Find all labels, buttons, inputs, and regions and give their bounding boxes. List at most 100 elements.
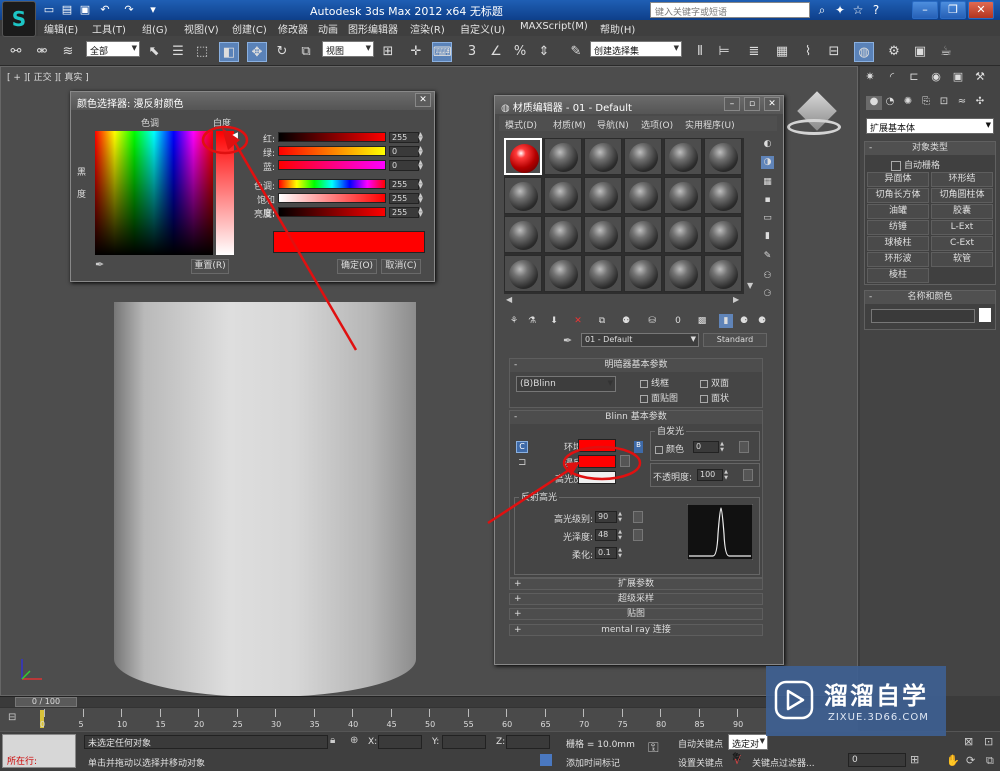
diffuse-color-swatch[interactable] [578, 455, 616, 468]
hedra-button[interactable]: 异面体 [867, 172, 929, 187]
align-icon[interactable]: ⊨ [714, 42, 734, 62]
value-slider[interactable] [278, 207, 386, 217]
object-category-dropdown[interactable]: 扩展基本体 [866, 118, 994, 134]
select-and-scale-icon[interactable]: ⧉ [296, 42, 316, 62]
capsule-button[interactable]: 胶囊 [931, 204, 993, 219]
self-illum-spinner-arrows-icon[interactable]: ▲ ▼ [719, 441, 725, 453]
orbit-icon[interactable]: ⟳ [966, 754, 975, 767]
hose-button[interactable]: 软管 [931, 252, 993, 267]
cameras-icon[interactable]: ⎘ [918, 96, 934, 110]
mat-menu-material[interactable]: 材质(M) [553, 118, 586, 131]
curve-editor-icon[interactable]: ⌇ [798, 42, 818, 62]
trackbar-toggle-icon[interactable]: ⊟ [8, 712, 16, 723]
add-time-tag-button[interactable]: 添加时间标记 [566, 756, 620, 769]
extended-params-rollout[interactable]: + 扩展参数 [509, 578, 763, 590]
percent-snap-icon[interactable]: % [510, 42, 530, 62]
put-to-library-icon[interactable]: ⛁ [645, 314, 659, 328]
material-sample-slot[interactable] [544, 177, 582, 214]
help-search-input[interactable]: 键入关键字或短语 [650, 2, 810, 18]
lights-icon[interactable]: ✺ [900, 96, 916, 110]
soften-spinner[interactable]: 0.1 [595, 547, 617, 559]
spec-level-spinner[interactable]: 90 [595, 511, 617, 523]
set-key-icon[interactable]: ⚿ [648, 740, 659, 756]
chamfer-cyl-button[interactable]: 切角圆柱体 [931, 188, 993, 203]
window-crossing-icon[interactable]: ◧ [219, 42, 239, 62]
maximize-viewport-icon[interactable]: ⊡ [984, 735, 993, 748]
current-frame-field[interactable]: 0 [848, 753, 906, 767]
material-sample-slot[interactable] [624, 255, 662, 292]
new-file-icon[interactable]: ▭ [40, 2, 58, 18]
sample-uv-tiling-icon[interactable]: ▪ [761, 194, 774, 207]
hue-spinner-icon[interactable]: ▲ ▼ [417, 179, 424, 190]
render-setup-icon[interactable]: ⚙ [884, 42, 904, 62]
sample-type-icon[interactable]: ◐ [761, 138, 774, 151]
material-sample-slot[interactable] [704, 177, 742, 214]
options-icon[interactable]: ✎ [761, 250, 774, 263]
systems-icon[interactable]: ✣ [972, 96, 988, 110]
default-in-out-tangents-icon[interactable]: √ [734, 754, 741, 767]
mat-menu-options[interactable]: 选项(O) [641, 118, 673, 131]
shader-basic-rollout-header[interactable]: - 明暗器基本参数 [510, 359, 762, 372]
ambient-color-swatch[interactable] [578, 439, 616, 452]
l-ext-button[interactable]: L-Ext [931, 220, 993, 235]
glossiness-map-button[interactable] [633, 529, 643, 541]
modify-tab-icon[interactable]: ◜ [884, 69, 900, 85]
layer-manager-icon[interactable]: ≣ [744, 42, 764, 62]
material-sample-slot[interactable] [504, 138, 542, 175]
menu-maxscript[interactable]: MAXScript(M) [520, 21, 588, 32]
self-illum-color-checkbox[interactable]: 颜色 [655, 442, 684, 455]
x-coord-field[interactable] [378, 735, 422, 749]
lock-ambient-diffuse-icon[interactable]: C [516, 441, 528, 453]
select-manipulate-icon[interactable]: ✛ [406, 42, 426, 62]
material-sample-slot[interactable] [584, 216, 622, 253]
slot-scroll-left-icon[interactable]: ◀ [506, 295, 512, 304]
chamfer-box-button[interactable]: 切角长方体 [867, 188, 929, 203]
maps-rollout[interactable]: + 贴图 [509, 608, 763, 620]
material-map-navigator-icon[interactable]: ⚆ [761, 288, 774, 301]
app-logo-button[interactable]: S [2, 1, 36, 37]
material-sample-slot[interactable] [584, 255, 622, 292]
material-sample-slot[interactable] [664, 177, 702, 214]
menu-group[interactable]: 组(G) [142, 21, 168, 36]
viewport-label[interactable]: [ + ][ 正交 ][ 真实 ] [7, 70, 89, 83]
zoom-extents-all-icon[interactable]: ⊠ [964, 735, 973, 748]
spec-level-arrows-icon[interactable]: ▲ ▼ [617, 511, 623, 523]
named-selection-set-dropdown[interactable]: 创建选择集 [590, 41, 682, 57]
render-production-icon[interactable]: ☕ [936, 42, 956, 62]
slot-scroll-down-icon[interactable]: ▼ [747, 281, 753, 290]
maxscript-listener[interactable]: 所在行: [2, 734, 76, 768]
unlink-icon[interactable]: ⚮ [32, 42, 52, 62]
set-key-button[interactable]: 设置关键点 [678, 756, 723, 769]
help-icon[interactable]: ? [868, 2, 884, 18]
hue-slider[interactable] [278, 179, 386, 189]
material-sample-slot[interactable] [584, 138, 622, 175]
y-coord-field[interactable] [442, 735, 486, 749]
mat-menu-navigation[interactable]: 导航(N) [597, 118, 629, 131]
space-warps-icon[interactable]: ≈ [954, 96, 970, 110]
pan-view-icon[interactable]: ✋ [946, 754, 960, 767]
motion-tab-icon[interactable]: ◉ [928, 69, 944, 85]
selected-objects-dropdown[interactable]: 选定对象 [728, 734, 768, 763]
geometry-icon[interactable]: ● [866, 96, 882, 110]
track-bar[interactable]: ⊟ 0 5 10 15 20 25 30 35 40 45 50 55 60 65 70 75 80 85 90 [0, 707, 858, 731]
mental-ray-connection-rollout[interactable]: + mental ray 连接 [509, 624, 763, 636]
menu-graph-editors[interactable]: 图形编辑器 [348, 21, 398, 36]
keyboard-shortcut-override-icon[interactable]: ⌨ [432, 42, 452, 62]
spinner-snap-icon[interactable]: ⇕ [534, 42, 554, 62]
menu-customize[interactable]: 自定义(U) [460, 21, 505, 36]
mat-maximize-button[interactable]: ▫ [744, 97, 760, 111]
material-editor-icon[interactable]: ◍ [854, 42, 874, 62]
slot-scroll-right-icon[interactable]: ▶ [733, 295, 739, 304]
red-spinner-icon[interactable]: ▲ ▼ [417, 132, 424, 143]
ringwave-button[interactable]: 环形波 [867, 252, 929, 267]
specular-color-swatch[interactable] [578, 471, 616, 484]
glossiness-spinner[interactable]: 48 [595, 529, 617, 541]
reset-map-icon[interactable]: ✕ [571, 314, 585, 328]
edit-named-selection-icon[interactable]: ✎ [566, 42, 586, 62]
material-sample-slot[interactable] [704, 138, 742, 175]
create-tab-icon[interactable]: ✷ [862, 69, 878, 85]
pivot-center-icon[interactable]: ⊞ [378, 42, 398, 62]
opacity-spinner[interactable]: 100 [697, 469, 723, 481]
saturation-value[interactable]: 255 [389, 193, 419, 204]
blue-spinner-icon[interactable]: ▲ ▼ [417, 160, 424, 171]
